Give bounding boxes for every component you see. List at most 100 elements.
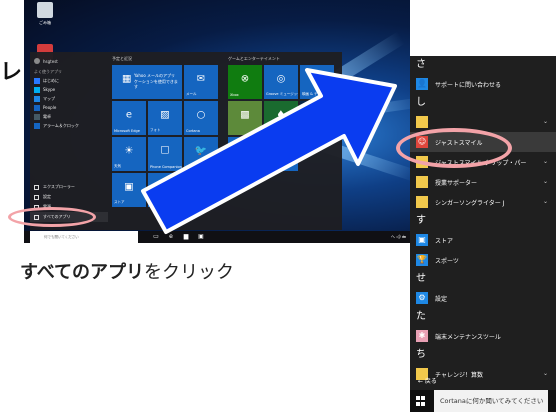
recycle-bin-icon xyxy=(37,2,53,18)
start-menu-app[interactable]: People xyxy=(30,103,108,112)
app-item-label: 授業サポーター xyxy=(435,179,478,187)
start-menu-app[interactable]: Skype xyxy=(30,85,108,94)
taskbar: 何でも聞いてください ▭ e ▆ ▣ へ ◁) 🖮 xyxy=(24,231,410,243)
tile-group-title: 予定と近況 xyxy=(112,56,132,61)
app-list-item[interactable]: ⚙ 設定 xyxy=(410,288,556,308)
system-tray[interactable]: へ ◁) 🖮 xyxy=(391,231,406,243)
desktop-screenshot: ごみ箱 hsgtest よく使うアプリ はじめに Skype マップ People 電卓… xyxy=(24,0,410,243)
start-tile[interactable]: ▶ 映画 & テレビ xyxy=(300,65,334,99)
calendar-icon: ▦ xyxy=(122,73,132,85)
store-icon[interactable]: ▣ xyxy=(195,233,207,241)
tile-group-games: ゲームとエンターテイメント ⊗ Xbox ◎ Groove ミュージック ▶ 映画 & テ… xyxy=(228,56,338,171)
tile-label: 天気 xyxy=(114,164,121,168)
section-letter[interactable]: す xyxy=(410,212,556,230)
trophy-icon: 🏆 xyxy=(416,254,428,266)
start-tile[interactable]: ▨ フォト xyxy=(148,101,182,135)
app-list-item[interactable]: 👤 サポートに問い合わせる xyxy=(410,74,556,94)
skype-icon: S xyxy=(161,181,169,193)
photos-icon: ▨ xyxy=(160,109,170,121)
app-list-item[interactable]: シンガーソングライター J ⌄ xyxy=(410,192,556,212)
start-tile[interactable]: e Microsoft Edge xyxy=(112,101,146,135)
tile-grid: ▦ Yahoo メールのアプリケーションを使用できます ✉ メール e Microsoft… xyxy=(112,65,222,207)
tile-label: Xbox xyxy=(230,93,239,97)
solitaire-icon: ♠ xyxy=(276,109,286,121)
maintenance-icon: ✱ xyxy=(416,330,428,342)
start-tile[interactable]: ▭ xyxy=(264,137,298,171)
windows-start-icon[interactable] xyxy=(416,396,426,406)
gear-icon: ⚙ xyxy=(416,292,428,304)
app-item-label: シンガーソングライター J xyxy=(435,199,505,207)
most-used-heading: よく使うアプリ xyxy=(34,69,62,74)
minecraft-icon: ▩ xyxy=(240,109,250,121)
start-tile[interactable]: ▦ Yahoo メールのアプリケーションを使用できます xyxy=(112,65,182,99)
app-list-item[interactable]: ▣ ストア xyxy=(410,230,556,250)
tile-label: Cortana xyxy=(186,129,200,133)
section-letter[interactable]: せ xyxy=(410,270,556,288)
store-icon: ▣ xyxy=(124,181,134,193)
start-menu-app[interactable]: マップ xyxy=(30,94,108,103)
start-tile[interactable]: ▤ xyxy=(228,137,262,171)
photoshop-icon: Ps xyxy=(311,109,323,121)
task-view-icon[interactable]: ▭ xyxy=(150,233,162,241)
cortana-search-box[interactable]: Cortanaに何か聞いてみてください xyxy=(434,390,548,412)
highlight-ellipse-all-apps xyxy=(8,207,96,227)
start-tile[interactable]: ☐ Phone Companion xyxy=(148,137,182,171)
section-letter[interactable]: ち xyxy=(410,346,556,364)
start-tile[interactable]: ✉ メール xyxy=(184,65,218,99)
start-tile[interactable]: S xyxy=(148,173,182,207)
start-tile[interactable]: ◎ Groove ミュージック xyxy=(264,65,298,99)
chevron-down-icon[interactable]: ⌄ xyxy=(543,178,548,185)
tile-grid: ⊗ Xbox ◎ Groove ミュージック ▶ 映画 & テレビ ▩ ♠ Ps ▤ ▭ xyxy=(228,65,338,171)
tile-group-title: ゲームとエンターテイメント xyxy=(228,56,280,61)
mail-icon: ✉ xyxy=(196,73,206,85)
taskbar-search-box[interactable]: 何でも聞いてください xyxy=(30,231,138,243)
start-tile[interactable]: ○ Cortana xyxy=(184,101,218,135)
film-icon: ▶ xyxy=(313,73,321,85)
section-letter[interactable]: さ xyxy=(410,56,556,74)
all-apps-list: さ 👤 サポートに問い合わせるし ⌄ ☺ ジャストスマイル ジャストスマイル クリップ・パー… xyxy=(410,56,556,384)
app-list-item[interactable]: 授業サポーター ⌄ xyxy=(410,172,556,192)
section-letter[interactable]: し xyxy=(410,94,556,112)
chevron-down-icon[interactable]: ⌄ xyxy=(543,118,548,125)
chevron-down-icon[interactable]: ⌄ xyxy=(543,158,548,165)
app-label: マップ xyxy=(43,95,55,101)
edge-icon[interactable]: e xyxy=(165,233,177,241)
cortana-icon: ○ xyxy=(196,109,206,121)
twitter-icon: 🐦 xyxy=(194,145,208,157)
folder-icon[interactable]: ▆ xyxy=(180,233,192,241)
start-menu-app[interactable]: 電卓 xyxy=(30,112,108,121)
start-menu-bottom-item[interactable]: エクスプローラー xyxy=(30,182,108,192)
xbox-icon: ⊗ xyxy=(240,73,250,85)
tile-label: フォト xyxy=(150,128,161,132)
tile-group-schedule: 予定と近況 ▦ Yahoo メールのアプリケーションを使用できます ✉ メール e Mic… xyxy=(112,56,222,207)
app-label: アラーム＆クロック xyxy=(43,122,79,128)
user-account[interactable]: hsgtest xyxy=(30,56,108,66)
app-tile-icon xyxy=(34,95,40,102)
app-list-item[interactable]: ✱ 端末メンテナンスツール xyxy=(410,326,556,346)
most-used-apps: はじめに Skype マップ People 電卓 アラーム＆クロック xyxy=(30,76,108,130)
start-menu-bottom-item[interactable]: 設定 xyxy=(30,192,108,202)
start-menu-app[interactable]: アラーム＆クロック xyxy=(30,121,108,130)
start-tile[interactable]: Ps xyxy=(300,101,334,135)
app-tile-icon xyxy=(34,104,40,111)
start-tile[interactable]: ☀ 天気 xyxy=(112,137,146,171)
app-tile-icon xyxy=(34,122,40,129)
start-tile[interactable]: 🐦 Twitter xyxy=(184,137,218,171)
app-list-item[interactable]: 🏆 スポーツ xyxy=(410,250,556,270)
desktop-icon[interactable]: ごみ箱 xyxy=(30,2,60,40)
start-tile[interactable]: ⊗ Xbox xyxy=(228,65,262,99)
chevron-down-icon[interactable]: ⌄ xyxy=(543,198,548,205)
bottom-item-label: エクスプローラー xyxy=(43,184,75,189)
start-menu-app[interactable]: はじめに xyxy=(30,76,108,85)
store-icon: ▣ xyxy=(416,234,428,246)
section-letter[interactable]: た xyxy=(410,308,556,326)
back-button[interactable]: ← 戻る xyxy=(410,374,556,390)
menu-item-icon xyxy=(34,194,39,200)
start-tile[interactable]: ▣ ストア xyxy=(112,173,146,207)
start-tile[interactable]: ♠ xyxy=(264,101,298,135)
start-tile[interactable]: ▩ xyxy=(228,101,262,135)
instruction-caption: すべてのアプリをクリック xyxy=(20,258,234,284)
menu-item-icon xyxy=(34,184,39,190)
tile-label: Microsoft Edge xyxy=(114,129,140,133)
app-label: People xyxy=(43,105,57,110)
